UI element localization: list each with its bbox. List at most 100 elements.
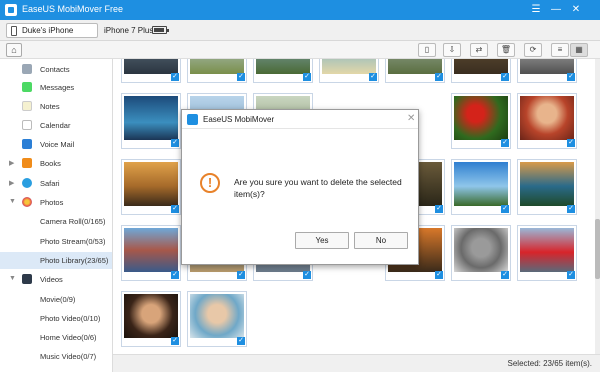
collapse-icon[interactable]: ▼ [9, 198, 16, 205]
sidebar-item-label: Videos [40, 275, 63, 284]
gallery-scrollbar[interactable] [595, 59, 600, 354]
export-icon[interactable]: ⇩ [443, 43, 461, 57]
videos-icon [22, 274, 32, 284]
checkbox-checked-icon[interactable]: ✓ [171, 139, 179, 147]
photo-thumbnail[interactable]: ✓ [517, 59, 577, 83]
sidebar-item-label: Calendar [40, 121, 71, 130]
sidebar-item-label: Home Video(0/6) [40, 333, 97, 342]
sidebar-item-messages[interactable]: Messages [0, 79, 112, 96]
sidebar-item-label: Music Video(0/7) [40, 352, 97, 361]
status-bar: Selected: 23/65 item(s). [113, 354, 600, 372]
checkbox-checked-icon[interactable]: ✓ [303, 73, 311, 81]
sidebar-item-movie[interactable]: Movie(0/9) [0, 291, 112, 308]
toolbar: ⌂ ▯ ⇩ ⇄ 🗑 ⟳ ≡ ▦ [0, 41, 600, 59]
checkbox-checked-icon[interactable]: ✓ [435, 73, 443, 81]
expand-icon[interactable]: ▶ [9, 159, 14, 167]
photo-thumbnail[interactable]: ✓ [187, 59, 247, 83]
collapse-icon[interactable]: ▼ [9, 275, 16, 282]
dialog-title-bar: EaseUS MobiMover [182, 110, 418, 129]
checkbox-checked-icon[interactable]: ✓ [171, 271, 179, 279]
checkbox-checked-icon[interactable]: ✓ [237, 337, 245, 345]
safari-icon [22, 178, 32, 188]
contacts-icon [22, 64, 32, 74]
checkbox-checked-icon[interactable]: ✓ [567, 73, 575, 81]
notes-icon [22, 101, 32, 111]
checkbox-checked-icon[interactable]: ✓ [435, 205, 443, 213]
checkbox-checked-icon[interactable]: ✓ [435, 271, 443, 279]
photo-thumbnail[interactable]: ✓ [253, 59, 313, 83]
scrollbar-thumb[interactable] [595, 219, 600, 279]
checkbox-checked-icon[interactable]: ✓ [567, 271, 575, 279]
messages-icon [22, 82, 32, 92]
settings-icon[interactable]: ☰ [528, 2, 544, 18]
photo-thumbnail[interactable]: ✓ [517, 93, 577, 149]
sidebar-item-voicemail[interactable]: Voice Mail [0, 136, 112, 153]
app-logo-icon [187, 114, 198, 125]
delete-confirmation-dialog: EaseUS MobiMover ✕ ! Are you sure you wa… [181, 109, 419, 265]
checkbox-checked-icon[interactable]: ✓ [501, 73, 509, 81]
close-icon[interactable]: ✕ [407, 113, 415, 124]
title-bar: EaseUS MobiMover Free ☰ — ✕ [0, 0, 600, 20]
import-icon[interactable]: ▯ [418, 43, 436, 57]
checkbox-checked-icon[interactable]: ✓ [303, 271, 311, 279]
delete-icon[interactable]: 🗑 [497, 43, 515, 57]
photo-thumbnail[interactable]: ✓ [121, 59, 181, 83]
photo-thumbnail[interactable]: ✓ [517, 159, 577, 215]
sidebar-item-safari[interactable]: ▶ Safari [0, 175, 112, 192]
home-button[interactable]: ⌂ [6, 43, 22, 57]
sidebar-item-photo-library[interactable]: Photo Library(23/65) [0, 252, 112, 269]
sidebar-item-label: Photo Video(0/10) [40, 314, 101, 323]
device-model: iPhone 7 Plus [104, 26, 154, 35]
checkbox-checked-icon[interactable]: ✓ [501, 205, 509, 213]
photo-thumbnail[interactable]: ✓ [121, 291, 181, 347]
checkbox-checked-icon[interactable]: ✓ [171, 73, 179, 81]
photo-thumbnail[interactable]: ✓ [121, 225, 181, 281]
sidebar-item-label: Voice Mail [40, 140, 75, 149]
checkbox-checked-icon[interactable]: ✓ [237, 271, 245, 279]
sidebar-item-books[interactable]: ▶ Books [0, 155, 112, 172]
checkbox-checked-icon[interactable]: ✓ [237, 73, 245, 81]
sidebar-item-photo-video[interactable]: Photo Video(0/10) [0, 310, 112, 327]
photo-thumbnail[interactable]: ✓ [121, 159, 181, 215]
refresh-icon[interactable]: ⟳ [524, 43, 542, 57]
photo-thumbnail[interactable]: ✓ [319, 59, 379, 83]
sidebar-item-label: Notes [40, 102, 60, 111]
photo-thumbnail[interactable]: ✓ [517, 225, 577, 281]
expand-icon[interactable]: ▶ [9, 179, 14, 187]
minimize-button[interactable]: — [548, 2, 564, 18]
phone-icon [11, 26, 17, 36]
checkbox-checked-icon[interactable]: ✓ [567, 205, 575, 213]
sidebar-item-contacts[interactable]: Contacts [0, 61, 112, 78]
checkbox-checked-icon[interactable]: ✓ [171, 337, 179, 345]
checkbox-checked-icon[interactable]: ✓ [567, 139, 575, 147]
photo-thumbnail[interactable]: ✓ [451, 159, 511, 215]
photo-thumbnail[interactable]: ✓ [451, 59, 511, 83]
checkbox-checked-icon[interactable]: ✓ [501, 139, 509, 147]
sidebar-item-label: Messages [40, 83, 75, 92]
sidebar-item-photos[interactable]: ▼ Photos [0, 194, 112, 211]
sidebar-item-label: Books [40, 159, 61, 168]
transfer-icon[interactable]: ⇄ [470, 43, 488, 57]
list-view-icon[interactable]: ≡ [551, 43, 569, 57]
sidebar: Contacts Messages Notes Calendar Voice M… [0, 59, 113, 372]
device-selector[interactable]: Duke's iPhone [6, 23, 98, 38]
sidebar-item-home-video[interactable]: Home Video(0/6) [0, 329, 112, 346]
photo-thumbnail[interactable]: ✓ [451, 93, 511, 149]
close-button[interactable]: ✕ [568, 2, 584, 18]
grid-view-icon[interactable]: ▦ [570, 43, 588, 57]
checkbox-checked-icon[interactable]: ✓ [501, 271, 509, 279]
no-button[interactable]: No [354, 232, 408, 249]
photo-thumbnail[interactable]: ✓ [451, 225, 511, 281]
sidebar-item-camera-roll[interactable]: Camera Roll(0/165) [0, 213, 112, 230]
photo-thumbnail[interactable]: ✓ [187, 291, 247, 347]
checkbox-checked-icon[interactable]: ✓ [171, 205, 179, 213]
photo-thumbnail[interactable]: ✓ [121, 93, 181, 149]
sidebar-item-notes[interactable]: Notes [0, 98, 112, 115]
sidebar-item-music-video[interactable]: Music Video(0/7) [0, 348, 112, 365]
sidebar-item-videos[interactable]: ▼ Videos [0, 271, 112, 288]
yes-button[interactable]: Yes [295, 232, 349, 249]
sidebar-item-calendar[interactable]: Calendar [0, 117, 112, 134]
photo-thumbnail[interactable]: ✓ [385, 59, 445, 83]
sidebar-item-photo-stream[interactable]: Photo Stream(0/53) [0, 233, 112, 250]
checkbox-checked-icon[interactable]: ✓ [369, 73, 377, 81]
